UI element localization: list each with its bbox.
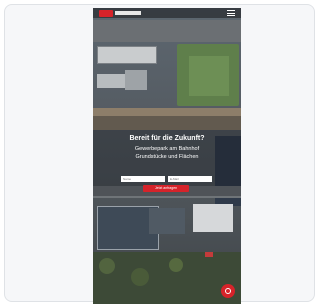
green-field [189, 56, 229, 96]
car [205, 252, 213, 257]
logo-icon[interactable] [99, 10, 113, 17]
email-field[interactable] [168, 176, 212, 182]
hero-subline-2: Grundstücke und Flächen [135, 154, 199, 160]
submit-button[interactable]: Jetzt anfragen [143, 185, 189, 192]
logo-wordmark[interactable] [115, 11, 141, 15]
building-roof [97, 74, 125, 88]
chat-button[interactable] [221, 284, 235, 298]
tree [169, 258, 183, 272]
parking-lot [93, 20, 241, 42]
building-roof [125, 70, 147, 90]
menu-icon[interactable] [227, 10, 235, 16]
mobile-page-preview: Bereit für die Zukunft? Gewerbepark am B… [93, 8, 241, 304]
hero-subline: Gewerbepark am Bahnhof Grundstücke und F… [103, 145, 231, 161]
tree [99, 258, 115, 274]
building-roof [97, 46, 157, 64]
tree [131, 268, 149, 286]
hero-headline: Bereit für die Zukunft? [129, 135, 205, 142]
hero-section: Bereit für die Zukunft? Gewerbepark am B… [103, 134, 231, 161]
hero-subline-1: Gewerbepark am Bahnhof [134, 146, 200, 152]
site-header [93, 8, 241, 18]
building-roof [149, 208, 185, 234]
name-field[interactable] [121, 176, 165, 182]
contact-form [121, 176, 213, 182]
chat-icon [225, 288, 231, 294]
tree-area [93, 252, 241, 304]
building-roof [193, 204, 233, 232]
